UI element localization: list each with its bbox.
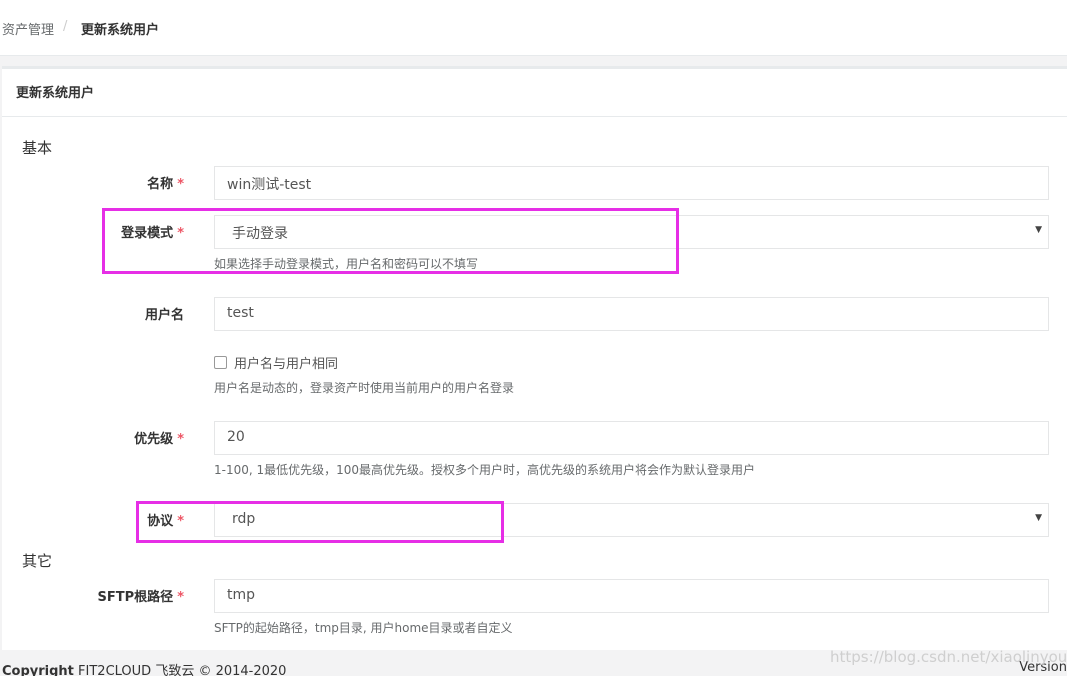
priority-input[interactable]: 20 [214, 421, 1049, 455]
section-basic-heading: 基本 [22, 139, 53, 157]
name-label: 名称 * [2, 173, 184, 193]
required-mark: * [177, 432, 184, 447]
update-system-user-panel: 更新系统用户 基本 名称 * win测试-test 登录模式 * 手动登录 ▼ 如果… [2, 66, 1067, 650]
copyright-label: Copyright [2, 664, 74, 676]
section-other-heading: 其它 [22, 552, 53, 570]
username-label-text: 用户名 [144, 308, 184, 323]
same-as-user-label[interactable]: 用户名与用户相同 [234, 353, 338, 372]
sftp-root-label-text: SFTP根路径 [97, 590, 174, 605]
sftp-root-help: SFTP的起始路径，tmp目录, 用户home目录或者自定义 [214, 621, 513, 635]
priority-help: 1-100, 1最低优先级，100最高优先级。授权多个用户时，高优先级的系统用户… [214, 463, 756, 477]
sftp-root-input[interactable]: tmp [214, 579, 1049, 613]
username-input[interactable]: test [214, 297, 1049, 331]
name-label-text: 名称 [147, 177, 174, 192]
priority-label: 优先级 * [2, 428, 184, 448]
chevron-down-icon: ▼ [1035, 225, 1042, 235]
chevron-down-icon: ▼ [1035, 513, 1042, 523]
username-help: 用户名是动态的，登录资产时使用当前用户的用户名登录 [214, 381, 515, 395]
name-input[interactable]: win测试-test [214, 166, 1049, 200]
sftp-root-label: SFTP根路径 * [2, 586, 184, 606]
watermark: https://blog.csdn.net/xiaolinyouni [830, 648, 1067, 666]
protocol-highlight-box [136, 501, 504, 543]
breadcrumb-current: 更新系统用户 [81, 23, 160, 38]
breadcrumb: 资产管理 / 更新系统用户 [0, 0, 1067, 56]
priority-label-text: 优先级 [134, 432, 174, 447]
username-label: 用户名 [2, 304, 184, 324]
copyright: Copyright FIT2CLOUD 飞致云 © 2014-2020 [2, 660, 286, 676]
required-mark: * [177, 590, 184, 605]
copyright-text: FIT2CLOUD 飞致云 © 2014-2020 [78, 664, 287, 676]
required-mark: * [177, 177, 184, 192]
breadcrumb-separator: / [63, 19, 68, 34]
login-mode-highlight-box [102, 208, 679, 274]
panel-header: 更新系统用户 [2, 69, 1067, 117]
breadcrumb-asset-management[interactable]: 资产管理 [2, 19, 54, 38]
same-as-user-checkbox[interactable] [214, 356, 227, 369]
panel-title: 更新系统用户 [16, 86, 95, 101]
